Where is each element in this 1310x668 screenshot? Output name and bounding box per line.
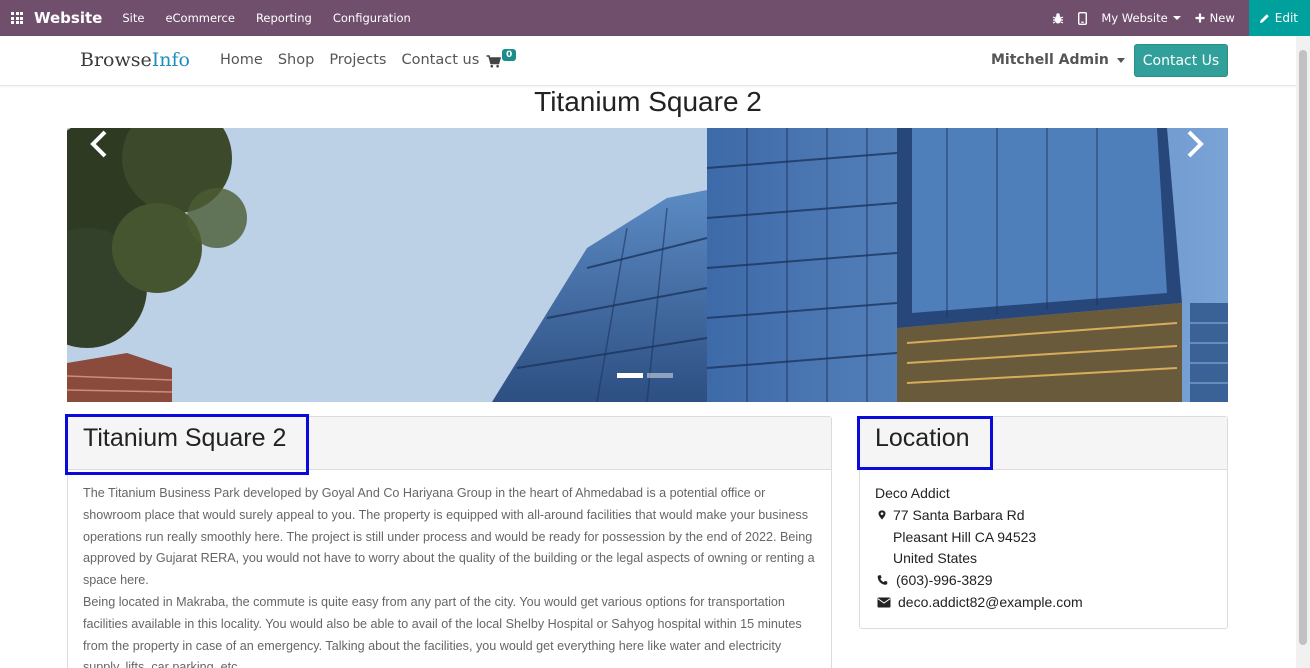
user-name: Mitchell Admin	[991, 52, 1109, 68]
chevron-left-icon[interactable]	[87, 128, 111, 160]
mobile-preview-button[interactable]	[1078, 11, 1088, 25]
page-title: Titanium Square 2	[534, 86, 762, 117]
caret-down-icon	[1172, 16, 1181, 20]
debug-button[interactable]	[1052, 12, 1064, 25]
mobile-icon	[1078, 11, 1088, 25]
page-scrollbar[interactable]	[1296, 36, 1310, 668]
contact-us-button[interactable]: Contact Us	[1134, 44, 1228, 77]
topbar-menu-site[interactable]: Site	[122, 11, 144, 25]
envelope-icon	[877, 597, 891, 607]
email-line: deco.addict82@example.com	[877, 594, 1083, 610]
carousel-indicator[interactable]	[617, 373, 643, 378]
new-button[interactable]: New	[1195, 11, 1235, 25]
company-name: Deco Addict	[875, 485, 950, 501]
website-selector[interactable]: My Website	[1101, 11, 1181, 25]
website-selector-label: My Website	[1101, 11, 1168, 25]
cart-link[interactable]: 0	[486, 49, 517, 68]
nav-shop[interactable]: Shop	[278, 52, 314, 68]
description-paragraph-1: The Titanium Business Park developed by …	[83, 486, 815, 588]
annotation-highlight-box	[65, 414, 309, 475]
address-country: United States	[893, 550, 978, 566]
phone-number: (603)-996-3829	[896, 572, 993, 588]
project-image-carousel	[67, 128, 1228, 402]
topbar-menu-ecommerce[interactable]: eCommerce	[165, 11, 235, 25]
edit-button-label: Edit	[1274, 11, 1298, 25]
website-header: BrowseInfo Home Shop Projects Contact us…	[0, 36, 1296, 86]
apps-menu-button[interactable]	[0, 0, 34, 36]
cart-count-badge: 0	[502, 49, 517, 61]
address-street-line: 77 Santa Barbara Rd	[877, 507, 1025, 523]
address-street: 77 Santa Barbara Rd	[893, 507, 1025, 523]
chevron-right-icon[interactable]	[1183, 128, 1207, 160]
annotation-highlight-box	[857, 416, 993, 470]
apps-grid-icon	[11, 12, 23, 24]
bug-icon	[1053, 12, 1064, 24]
user-menu[interactable]: Mitchell Admin	[991, 52, 1125, 68]
nav-projects[interactable]: Projects	[329, 52, 386, 68]
main-nav: Home Shop Projects Contact us	[220, 52, 494, 68]
carousel-indicator[interactable]	[647, 373, 673, 378]
admin-topbar: Website Site eCommerce Reporting Configu…	[0, 0, 1310, 36]
topbar-brand[interactable]: Website	[34, 9, 102, 27]
address-city: Pleasant Hill CA 94523	[893, 529, 1037, 545]
nav-home[interactable]: Home	[220, 52, 263, 68]
caret-down-icon	[1116, 57, 1125, 63]
logo-text-browse: Browse	[80, 49, 152, 71]
phone-icon	[877, 575, 888, 585]
nav-contact-us[interactable]: Contact us	[401, 52, 479, 68]
cart-icon	[486, 55, 501, 68]
plus-icon	[1195, 13, 1205, 23]
map-marker-icon	[878, 510, 886, 520]
building-photo	[67, 128, 1228, 402]
project-description: The Titanium Business Park developed by …	[83, 483, 821, 668]
logo-text-info: Info	[151, 49, 190, 71]
topbar-menu-configuration[interactable]: Configuration	[333, 11, 411, 25]
description-paragraph-2: Being located in Makraba, the commute is…	[83, 594, 802, 668]
email-address[interactable]: deco.addict82@example.com	[898, 594, 1083, 610]
site-logo[interactable]: BrowseInfo	[80, 49, 190, 71]
new-button-label: New	[1209, 11, 1235, 25]
edit-button[interactable]: Edit	[1248, 0, 1310, 36]
scrollbar-thumb[interactable]	[1299, 50, 1307, 645]
carousel-indicators	[617, 373, 677, 378]
topbar-menu-reporting[interactable]: Reporting	[256, 11, 312, 25]
pencil-icon	[1259, 13, 1269, 23]
phone-line: (603)-996-3829	[877, 572, 993, 588]
